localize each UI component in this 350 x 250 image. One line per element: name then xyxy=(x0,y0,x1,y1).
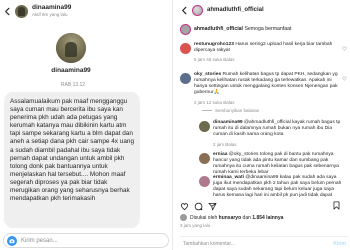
comment-body: dinaamina99 @ahmadluthfi_official kayak … xyxy=(213,120,343,138)
liker-username[interactable]: hunsaryo xyxy=(219,215,242,221)
post-date: 3 jam yang lalu xyxy=(180,223,211,228)
hide-replies-link[interactable]: Sembunyikan balasan xyxy=(202,108,259,113)
comment-meta[interactable]: 5 jam 45 suka Balas xyxy=(194,57,235,62)
comment-meta[interactable]: 2 jam 12 suka Balas xyxy=(194,100,235,105)
liker-avatar xyxy=(180,214,187,221)
message-input[interactable]: Kirim pesan... xyxy=(3,233,169,248)
likes-count[interactable]: 1.854 lainnya xyxy=(252,215,283,221)
post-comments-panel: ahmadluthfi_official ahmadluthfi_officia… xyxy=(177,0,350,250)
dm-header: dinaamina99 Aktif 8m yang lalu xyxy=(0,0,172,22)
caption-username[interactable]: ahmadluthfi_official xyxy=(194,26,243,32)
dm-timestamp: RAB 13.12 xyxy=(60,82,86,88)
comment-username[interactable]: erminaa_wati xyxy=(213,175,244,180)
comment-username[interactable]: dinaamina99 xyxy=(213,120,243,125)
likes-line[interactable]: Disukai oleh hunsaryo dan 1.854 lainnya xyxy=(180,214,283,221)
heart-icon[interactable] xyxy=(342,76,347,81)
bookmark-icon[interactable] xyxy=(332,201,341,210)
message-bubble[interactable]: Assalamualaikum pak maaf mengganggu saya… xyxy=(4,92,140,228)
comment-avatar[interactable] xyxy=(199,121,210,132)
comment-icon[interactable] xyxy=(194,202,203,211)
caption-avatar[interactable] xyxy=(180,23,191,35)
heart-icon[interactable] xyxy=(180,202,189,211)
post-header: ahmadluthfi_official xyxy=(177,0,350,20)
share-icon[interactable] xyxy=(208,202,217,211)
add-comment-bar: Tambahkan komentar... Kirim xyxy=(180,236,348,248)
dm-header-status: Aktif 8m yang lalu xyxy=(32,11,68,17)
comment-avatar[interactable] xyxy=(199,153,210,164)
back-arrow-icon[interactable] xyxy=(180,6,189,15)
comment-text: @oky_stories tolong pak di bantu pak rum… xyxy=(213,152,339,176)
likes-prefix: Disukai oleh xyxy=(190,214,218,221)
comment-username[interactable]: erniaa xyxy=(213,152,227,157)
heart-icon[interactable] xyxy=(342,46,347,51)
dm-profile-name: dinaamina99 xyxy=(51,67,91,74)
comment-avatar[interactable] xyxy=(180,43,191,54)
dm-profile-photo[interactable] xyxy=(56,33,86,63)
caption-body: Semoga bermanfaat xyxy=(244,26,292,32)
comment-avatar[interactable] xyxy=(199,176,210,187)
comment-username[interactable]: oky_stories xyxy=(194,72,221,77)
post-caption: ahmadluthfi_official Semoga bermanfaat xyxy=(180,22,348,36)
back-arrow-icon[interactable] xyxy=(3,7,12,16)
post-author-avatar[interactable] xyxy=(192,4,203,16)
camera-icon[interactable] xyxy=(7,235,17,246)
add-comment-input[interactable]: Tambahkan komentar... xyxy=(183,241,333,247)
post-comment-button[interactable]: Kirim xyxy=(333,241,346,247)
comment: oky_stories Rumah kelihatan bagus tp dap… xyxy=(180,72,348,114)
comment-body: restunugroho123 Harus sering2 upload has… xyxy=(194,42,344,54)
comment-meta[interactable]: 2 jam Balas xyxy=(213,142,237,147)
comment-body: oky_stories Rumah kelihatan bagus tp dap… xyxy=(194,72,344,96)
post-author-username[interactable]: ahmadluthfi_official xyxy=(207,7,264,13)
dm-header-text: dinaamina99 Aktif 8m yang lalu xyxy=(32,4,71,17)
comment-reply: dinaamina99 @ahmadluthfi_official kayak … xyxy=(199,120,348,150)
comment-reply: erminaa_wati @dinaamina99 kalau pak suda… xyxy=(199,175,348,199)
post-action-bar xyxy=(180,200,348,212)
comment-body: erminaa_wati @dinaamina99 kalau pak suda… xyxy=(213,175,343,199)
dm-header-avatar[interactable] xyxy=(15,4,28,18)
comment-avatar[interactable] xyxy=(180,73,191,84)
comment-reply: erniaa @oky_stories tolong pak di bantu … xyxy=(199,152,348,176)
comment-body: erniaa @oky_stories tolong pak di bantu … xyxy=(213,152,343,176)
likes-and: dan xyxy=(242,214,251,221)
message-input-placeholder: Kirim pesan... xyxy=(21,237,58,244)
comment-username[interactable]: restunugroho123 xyxy=(194,42,234,47)
direct-message-panel: dinaamina99 Aktif 8m yang lalu dinaamina… xyxy=(0,0,173,250)
dm-header-username[interactable]: dinaamina99 xyxy=(32,4,71,12)
caption-text: ahmadluthfi_official Semoga bermanfaat xyxy=(194,26,291,32)
comment: restunugroho123 Harus sering2 upload has… xyxy=(180,42,348,66)
